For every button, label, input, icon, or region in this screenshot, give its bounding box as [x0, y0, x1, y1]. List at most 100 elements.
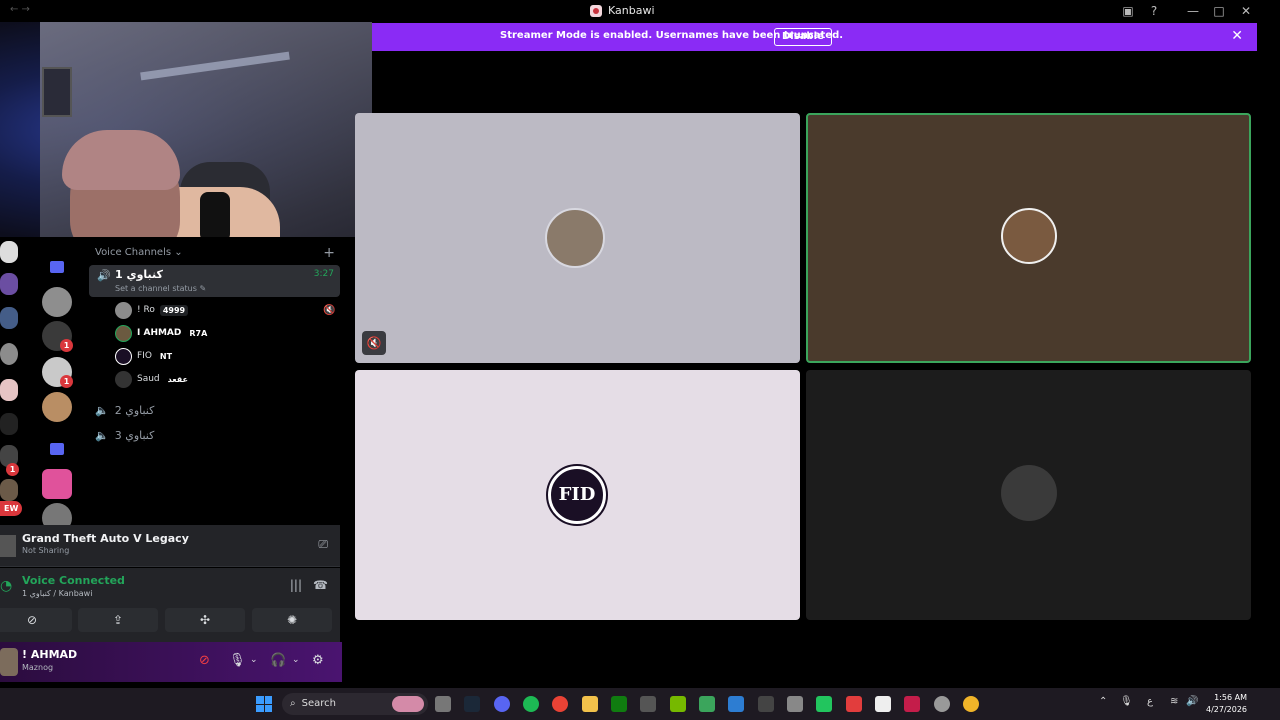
window-title: Kanbawi: [590, 4, 655, 17]
voice-channel-path[interactable]: 1 كنباوي / Kanbawi: [22, 589, 92, 598]
channel-name: 1 كنباوي: [115, 268, 163, 281]
camera-off-icon[interactable]: ⊘: [199, 653, 210, 668]
folder-icon[interactable]: [50, 443, 64, 455]
voice-connected-status[interactable]: Voice Connected: [22, 574, 125, 587]
taskbar: ⌕ Search ⌃ 🎙 ع ≋ 🔊 1:56 AM 4/27/2026: [0, 688, 1280, 720]
xbox-icon[interactable]: [611, 696, 627, 712]
add-channel-icon[interactable]: +: [323, 245, 335, 261]
server-icon[interactable]: [0, 273, 18, 295]
capcut-icon[interactable]: [875, 696, 891, 712]
active-voice-channel[interactable]: 🔊 1 كنباوي 3:27 Set a channel status ✎: [89, 265, 340, 297]
headphones-icon[interactable]: 🎧: [270, 653, 286, 668]
microphone-tray-icon[interactable]: 🎙: [1120, 696, 1133, 707]
back-forward-arrows[interactable]: ← →: [10, 4, 30, 15]
noise-suppression-icon[interactable]: |||: [290, 578, 302, 592]
username[interactable]: ! AHMAD: [22, 648, 77, 661]
screen-share-button[interactable]: ⇪: [78, 608, 158, 632]
file-explorer-icon[interactable]: [582, 696, 598, 712]
verified-server-icon[interactable]: [42, 469, 72, 499]
participant-avatar: [1001, 465, 1057, 521]
settings-app-icon[interactable]: [934, 696, 950, 712]
dm-avatar[interactable]: [42, 392, 72, 422]
unread-badge: 1: [60, 339, 73, 352]
voice-member[interactable]: FIO NT: [115, 347, 175, 365]
spotify-icon[interactable]: [523, 696, 539, 712]
avatar: [115, 347, 132, 365]
speaker-icon: 🔈: [95, 429, 109, 442]
user-panel: ! AHMAD Maznog ⊘ 🎙 ⌄ 🎧 ⌄ ⚙: [0, 642, 342, 682]
chevron-up-icon[interactable]: ⌃: [1099, 696, 1107, 707]
help-icon[interactable]: ?: [1145, 2, 1163, 20]
steam-icon[interactable]: [464, 696, 480, 712]
server-icon[interactable]: [0, 343, 18, 365]
chevron-down-icon[interactable]: ⌄: [292, 655, 300, 665]
voice-channels-header[interactable]: Voice Channels ⌄: [95, 247, 183, 258]
settings-gear-icon[interactable]: ⚙: [312, 653, 324, 668]
recycle-bin-icon[interactable]: [787, 696, 803, 712]
store-icon[interactable]: [640, 696, 656, 712]
volume-icon[interactable]: 🔊: [1186, 696, 1198, 707]
chrome-canary-icon[interactable]: [963, 696, 979, 712]
avatar: [115, 370, 132, 388]
app-icon[interactable]: [846, 696, 862, 712]
app-icon[interactable]: [728, 696, 744, 712]
start-button[interactable]: [256, 696, 272, 712]
activities-button[interactable]: ✣: [165, 608, 245, 632]
dm-avatar[interactable]: [42, 287, 72, 317]
app-icon[interactable]: [816, 696, 832, 712]
camera-app-icon[interactable]: [435, 696, 451, 712]
nvidia-icon[interactable]: [670, 696, 686, 712]
speaker-icon: 🔊: [97, 269, 111, 282]
close-banner-icon[interactable]: ✕: [1231, 28, 1243, 44]
disconnect-icon[interactable]: ☎: [313, 578, 328, 592]
server-icon[interactable]: [0, 379, 18, 401]
video-tile[interactable]: 🔇: [355, 113, 800, 363]
discord-icon[interactable]: [494, 696, 510, 712]
chrome-icon[interactable]: [552, 696, 568, 712]
participant-avatar: FID: [546, 464, 608, 526]
channel-list: Voice Channels ⌄ + 🔊 1 كنباوي 3:27 Set a…: [85, 237, 347, 527]
minimize-button[interactable]: —: [1184, 2, 1202, 20]
inbox-icon[interactable]: ▣: [1119, 2, 1137, 20]
input-language[interactable]: ع: [1147, 696, 1153, 707]
maximize-button[interactable]: □: [1210, 2, 1228, 20]
channel-status-prompt[interactable]: Set a channel status ✎: [115, 284, 206, 293]
server-icon[interactable]: [0, 307, 18, 329]
voice-channel[interactable]: 🔈 2 كنباوي: [95, 404, 154, 417]
close-window-button[interactable]: ✕: [1237, 2, 1255, 20]
activity-panel: Grand Theft Auto V Legacy Not Sharing ⎚: [0, 525, 340, 567]
server-icon[interactable]: [0, 241, 18, 263]
server-icon[interactable]: [0, 413, 18, 435]
channel-timer: 3:27: [313, 269, 334, 279]
microphone-icon[interactable]: 🎙: [229, 653, 246, 668]
video-tile[interactable]: FID: [355, 370, 800, 620]
app-icon[interactable]: [904, 696, 920, 712]
server-icon[interactable]: [0, 479, 18, 501]
app-icon[interactable]: [758, 696, 774, 712]
webcam-person-cap: [62, 130, 180, 190]
share-screen-icon[interactable]: ⎚: [318, 537, 328, 552]
wifi-icon[interactable]: ≋: [1170, 696, 1178, 707]
voice-member[interactable]: Saud عقعد: [115, 370, 191, 388]
video-tile[interactable]: [806, 370, 1251, 620]
game-title: Grand Theft Auto V Legacy: [22, 532, 189, 545]
kanbawi-logo-icon: [590, 4, 602, 17]
play-icon[interactable]: [699, 696, 715, 712]
chevron-down-icon[interactable]: ⌄: [250, 655, 258, 665]
clock[interactable]: 1:56 AM 4/27/2026: [1206, 692, 1247, 716]
streamer-mode-banner: Streamer Mode is enabled. Usernames have…: [372, 23, 1257, 51]
title-bar: ← → Kanbawi ▣ ? — □ ✕: [0, 0, 1280, 23]
search-icon: ⌕: [290, 698, 296, 709]
avatar: [115, 301, 132, 319]
avatar[interactable]: [0, 648, 18, 676]
voice-member[interactable]: I AHMAD R7A: [115, 324, 210, 342]
voice-channel[interactable]: 🔈 3 كنباوي: [95, 429, 154, 442]
disable-streamer-mode-button[interactable]: Disable: [774, 28, 832, 46]
voice-member[interactable]: ! Ro 4999: [115, 301, 189, 319]
folder-icon[interactable]: [50, 261, 64, 273]
taskbar-search[interactable]: ⌕ Search: [282, 693, 428, 715]
video-tile-speaking[interactable]: [806, 113, 1251, 363]
camera-button[interactable]: ⊘: [0, 608, 72, 632]
soundboard-button[interactable]: ✺: [252, 608, 332, 632]
direct-messages-column: 1 1: [38, 237, 76, 533]
